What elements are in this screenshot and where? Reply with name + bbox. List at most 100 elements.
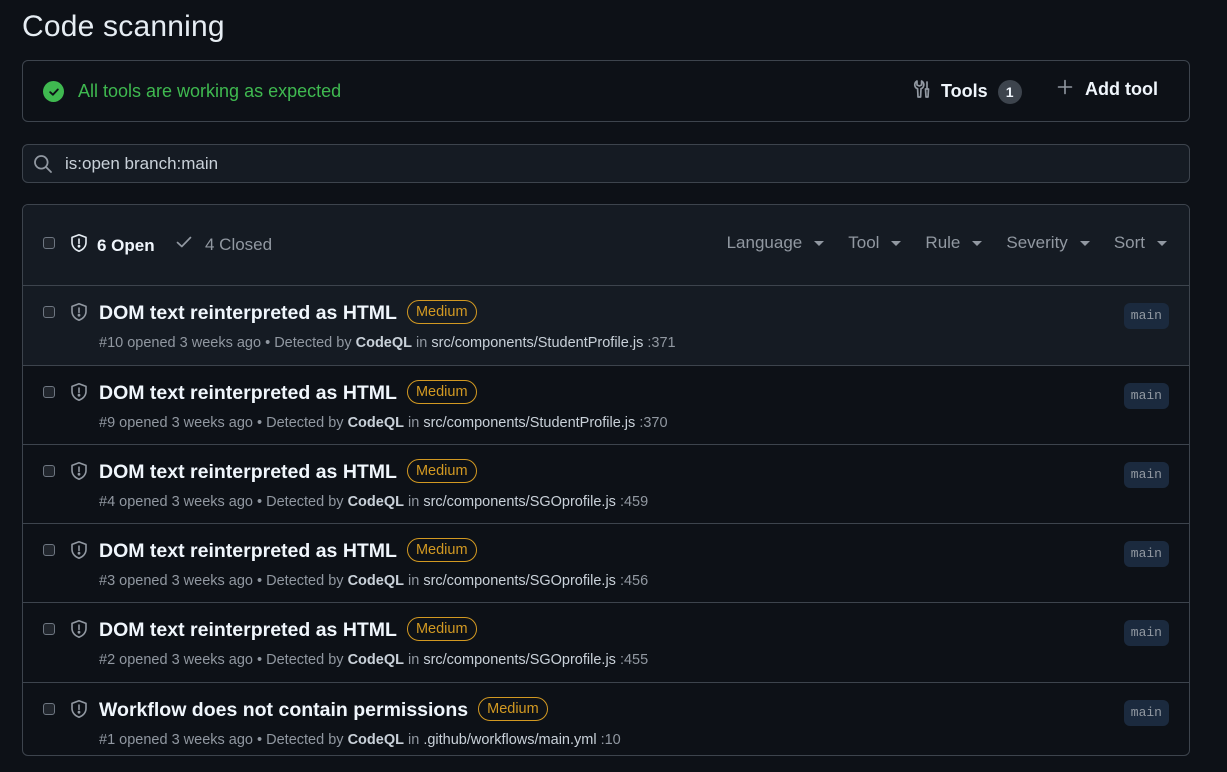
add-tool-button[interactable]: Add tool bbox=[1057, 79, 1158, 100]
alert-file-path: src/components/SGOprofile.js bbox=[423, 652, 616, 668]
search-bar[interactable] bbox=[22, 144, 1190, 183]
check-circle-icon bbox=[43, 81, 64, 102]
alert-opened: #2 opened 3 weeks ago bbox=[99, 652, 253, 668]
tools-icon bbox=[913, 79, 931, 104]
filter-language-label: Language bbox=[726, 233, 803, 252]
alert-detected-by: Detected by bbox=[266, 573, 344, 589]
alert-checkbox[interactable] bbox=[43, 703, 55, 715]
shield-icon bbox=[69, 233, 89, 258]
alert-opened: #3 opened 3 weeks ago bbox=[99, 573, 253, 589]
check-icon bbox=[175, 233, 193, 256]
shield-icon bbox=[69, 302, 89, 327]
branch-label: main bbox=[1123, 303, 1169, 329]
shield-icon bbox=[69, 382, 89, 407]
triangle-down-icon bbox=[1157, 240, 1167, 246]
severity-badge: Medium bbox=[406, 617, 477, 641]
alert-file-path: src/components/SGOprofile.js bbox=[423, 573, 616, 589]
alert-tool: CodeQL bbox=[355, 335, 413, 351]
alert-meta: #10 opened 3 weeks ago • Detected by Cod… bbox=[99, 335, 676, 351]
plus-icon bbox=[1057, 79, 1073, 100]
triangle-down-icon bbox=[972, 240, 983, 246]
tools-label: Tools bbox=[941, 81, 988, 101]
alert-line: :370 bbox=[639, 415, 668, 431]
alerts-list-header: 6 Open 4 Closed Language Tool Rule Sever… bbox=[23, 205, 1189, 286]
alert-row[interactable]: DOM text reinterpreted as HTML Medium #3 … bbox=[23, 524, 1189, 603]
filter-tool[interactable]: Tool bbox=[848, 233, 902, 253]
branch-label: main bbox=[1123, 383, 1169, 409]
alert-tool: CodeQL bbox=[347, 494, 404, 510]
alert-meta: #4 opened 3 weeks ago • Detected by Code… bbox=[99, 494, 649, 510]
severity-badge: Medium bbox=[406, 380, 477, 404]
branch-label: main bbox=[1123, 462, 1169, 488]
filter-language[interactable]: Language bbox=[727, 233, 825, 253]
alert-tool: CodeQL bbox=[347, 573, 404, 589]
alert-tool: CodeQL bbox=[347, 652, 404, 668]
alert-title: DOM text reinterpreted as HTML bbox=[99, 461, 397, 483]
alert-in: in bbox=[407, 415, 420, 431]
status-message: All tools are working as expected bbox=[78, 81, 342, 101]
alert-checkbox[interactable] bbox=[43, 386, 55, 398]
alert-detected-by: Detected by bbox=[274, 335, 352, 351]
alert-title: DOM text reinterpreted as HTML bbox=[99, 302, 397, 324]
alert-line: :10 bbox=[600, 732, 621, 748]
sort-label: Sort bbox=[1113, 233, 1145, 252]
alert-row[interactable]: DOM text reinterpreted as HTML Medium #2 … bbox=[23, 603, 1189, 683]
alert-detected-by: Detected by bbox=[266, 494, 344, 510]
alert-line: :455 bbox=[619, 652, 649, 668]
select-all-checkbox[interactable] bbox=[43, 237, 55, 249]
severity-badge: Medium bbox=[478, 697, 548, 721]
tools-button[interactable]: Tools 1 bbox=[913, 79, 1022, 104]
alert-line: :456 bbox=[619, 573, 649, 589]
open-alerts-tab[interactable]: 6 Open bbox=[69, 233, 155, 258]
alert-title: DOM text reinterpreted as HTML bbox=[99, 619, 397, 641]
open-count-label: 6 Open bbox=[97, 235, 155, 255]
triangle-down-icon bbox=[814, 240, 825, 246]
alert-checkbox[interactable] bbox=[43, 544, 55, 556]
triangle-down-icon bbox=[891, 240, 902, 246]
severity-badge: Medium bbox=[406, 459, 477, 483]
alert-meta: #1 opened 3 weeks ago • Detected by Code… bbox=[99, 732, 621, 748]
tool-status-panel: All tools are working as expected Tools … bbox=[22, 60, 1190, 122]
alert-checkbox[interactable] bbox=[43, 465, 55, 477]
severity-badge: Medium bbox=[406, 300, 477, 324]
branch-label: main bbox=[1123, 541, 1169, 567]
shield-icon bbox=[69, 461, 89, 486]
alert-title-link[interactable]: DOM text reinterpreted as HTML Medium bbox=[99, 617, 477, 642]
filter-severity[interactable]: Severity bbox=[1006, 233, 1090, 253]
alert-in: in bbox=[416, 335, 428, 351]
alert-tool: CodeQL bbox=[347, 732, 404, 748]
alert-title-link[interactable]: DOM text reinterpreted as HTML Medium bbox=[99, 300, 477, 325]
shield-icon bbox=[69, 619, 89, 644]
alert-title: DOM text reinterpreted as HTML bbox=[99, 540, 397, 562]
alert-row[interactable]: DOM text reinterpreted as HTML Medium #9 … bbox=[23, 366, 1189, 445]
alert-title-link[interactable]: DOM text reinterpreted as HTML Medium bbox=[99, 459, 477, 484]
tools-count-badge: 1 bbox=[997, 79, 1022, 104]
alert-in: in bbox=[407, 573, 420, 589]
alert-checkbox[interactable] bbox=[43, 623, 55, 635]
filter-rule[interactable]: Rule bbox=[925, 233, 983, 253]
shield-icon bbox=[69, 540, 89, 565]
branch-label: main bbox=[1123, 620, 1169, 646]
shield-icon bbox=[69, 699, 89, 724]
alert-checkbox[interactable] bbox=[43, 306, 55, 318]
alert-title-link[interactable]: Workflow does not contain permissions Med… bbox=[99, 697, 548, 722]
alert-file-path: src/components/StudentProfile.js bbox=[423, 415, 636, 431]
page-title: Code scanning bbox=[22, 10, 225, 43]
sort-menu[interactable]: Sort bbox=[1114, 233, 1167, 253]
alert-opened: #10 opened 3 weeks ago bbox=[99, 335, 262, 351]
alert-row[interactable]: DOM text reinterpreted as HTML Medium #10… bbox=[23, 286, 1189, 366]
alert-row[interactable]: Workflow does not contain permissions Med… bbox=[23, 683, 1189, 755]
alert-line: :371 bbox=[647, 335, 676, 351]
severity-badge: Medium bbox=[406, 538, 477, 562]
alert-in: in bbox=[407, 494, 420, 510]
tool-status: All tools are working as expected bbox=[43, 81, 341, 102]
closed-count-label: 4 Closed bbox=[205, 234, 273, 254]
alert-title-link[interactable]: DOM text reinterpreted as HTML Medium bbox=[99, 538, 477, 563]
alert-detected-by: Detected by bbox=[266, 415, 344, 431]
triangle-down-icon bbox=[1079, 240, 1090, 246]
closed-alerts-tab[interactable]: 4 Closed bbox=[175, 233, 272, 256]
alert-detected-by: Detected by bbox=[266, 732, 344, 748]
alert-row[interactable]: DOM text reinterpreted as HTML Medium #4 … bbox=[23, 445, 1189, 524]
search-input[interactable] bbox=[63, 152, 1147, 175]
alert-title-link[interactable]: DOM text reinterpreted as HTML Medium bbox=[99, 380, 477, 405]
